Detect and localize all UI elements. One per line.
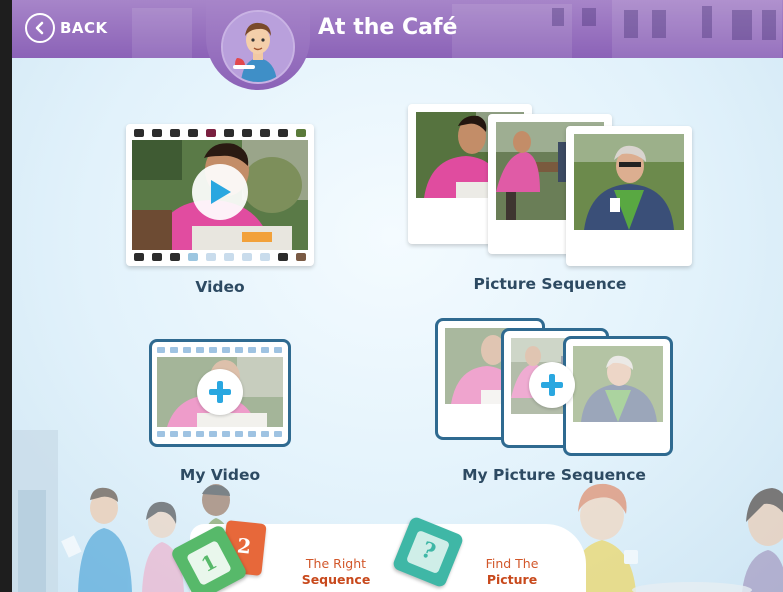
right-sequence-line2: Sequence xyxy=(301,572,371,587)
add-icon[interactable] xyxy=(197,369,243,415)
chevron-left-icon xyxy=(25,13,55,43)
avatar xyxy=(221,10,295,84)
right-sequence-game[interactable]: 2 1 The Right Sequence xyxy=(169,518,380,592)
video-option[interactable] xyxy=(126,124,314,266)
find-picture-line2: Picture xyxy=(486,572,538,587)
page-title: At the Café xyxy=(318,15,458,40)
badge-one-number: 1 xyxy=(197,549,221,577)
find-picture-label: Find The Picture xyxy=(464,556,560,588)
question-card-icon: ? xyxy=(391,515,465,589)
badge-one-face: 1 xyxy=(186,540,232,586)
find-picture-line1: Find The xyxy=(485,556,539,571)
back-label: BACK xyxy=(60,19,108,37)
question-mark: ? xyxy=(417,536,440,566)
video-label: Video xyxy=(195,278,245,296)
right-sequence-line1: The Right xyxy=(305,556,367,571)
picture-sequence-option[interactable] xyxy=(408,104,694,268)
picture-sequence-label: Picture Sequence xyxy=(473,275,627,293)
right-sequence-label: The Right Sequence xyxy=(288,556,384,588)
play-icon[interactable] xyxy=(192,164,248,220)
filmstrip-holes-top xyxy=(134,129,306,137)
back-button[interactable]: BACK xyxy=(25,13,108,43)
filmstrip-holes-bottom xyxy=(134,253,306,261)
device-edge xyxy=(0,0,12,592)
question-card-face: ? xyxy=(405,529,451,575)
my-video-holes-top xyxy=(157,347,282,353)
sequence-photo-3 xyxy=(566,126,692,266)
find-picture-game[interactable]: ? Find The Picture xyxy=(391,515,562,592)
screen: BACK At the Café Video Picture Sequence … xyxy=(0,0,783,592)
add-icon[interactable] xyxy=(529,362,575,408)
